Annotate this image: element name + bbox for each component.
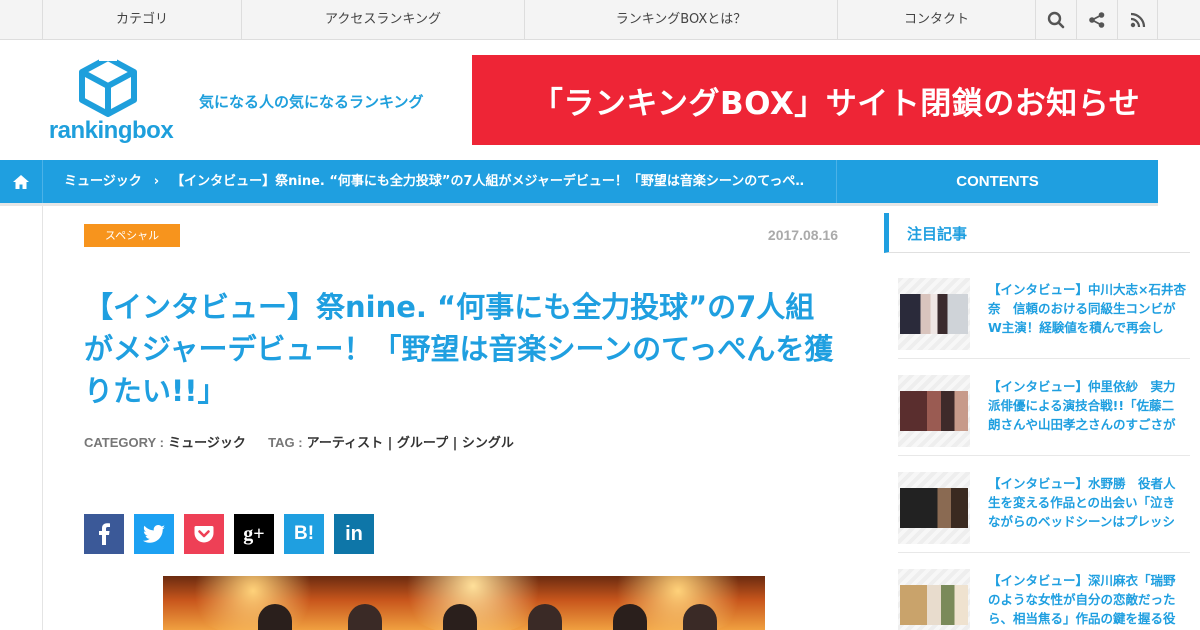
article-hero-image	[163, 576, 765, 630]
sidebar-article-item[interactable]: 【インタビュー】水野勝 役者人生を変える作品との出会い「泣きながらのベッドシーン…	[898, 456, 1190, 553]
home-icon	[13, 174, 29, 189]
contents-tab[interactable]: CONTENTS	[836, 160, 1158, 203]
twitter-icon	[143, 525, 165, 543]
breadcrumb-category[interactable]: ミュージック	[64, 174, 142, 189]
home-button[interactable]	[0, 160, 43, 203]
sidebar-article-item[interactable]: 【インタビュー】仲里依紗 実力派俳優による演技合戦!!「佐藤二朗さんや山田孝之さ…	[898, 359, 1190, 456]
share-icon	[1089, 12, 1105, 28]
tag-label: TAG :	[268, 435, 303, 450]
category-label: CATEGORY :	[84, 435, 164, 450]
rss-button[interactable]	[1117, 0, 1158, 40]
tag-links[interactable]: アーティスト | グループ | シングル	[307, 436, 514, 451]
category-link[interactable]: ミュージック	[168, 436, 246, 451]
content-divider-left	[42, 206, 43, 630]
closure-notice-banner[interactable]: 「ランキングBOX」サイト閉鎖のお知らせ	[472, 55, 1200, 145]
nav-category[interactable]: カテゴリ	[42, 0, 241, 40]
sidebar-heading-text: 注目記事	[907, 225, 968, 243]
hatena-icon: B!	[293, 523, 315, 544]
breadcrumb: ミュージック › 【インタビュー】祭nine. “何事にも全力投球”の7人組がメジャ…	[0, 160, 1158, 203]
site-tagline: 気になる人の気になるランキング	[199, 93, 424, 111]
sidebar-article-title[interactable]: 【インタビュー】仲里依紗 実力派俳優による演技合戦!!「佐藤二朗さんや山田孝之さ…	[988, 377, 1186, 434]
site-logo[interactable]: rankingbox	[44, 55, 178, 147]
search-icon	[1047, 11, 1065, 29]
googleplus-share-button[interactable]: g+	[234, 514, 274, 554]
breadcrumb-trail: ミュージック › 【インタビュー】祭nine. “何事にも全力投球”の7人組がメジャ…	[64, 160, 804, 203]
hatena-share-button[interactable]: B!	[284, 514, 324, 554]
sidebar-article-item[interactable]: 【インタビュー】深川麻衣「瑞野のような女性が自分の恋敵だったら、相当焦る」作品の…	[898, 553, 1190, 630]
category-badge[interactable]: スペシャル	[84, 224, 180, 247]
cube-logo-icon	[79, 55, 137, 117]
article-thumbnail[interactable]	[898, 278, 970, 350]
pocket-share-button[interactable]	[184, 514, 224, 554]
search-button[interactable]	[1035, 0, 1076, 40]
breadcrumb-current: 【インタビュー】祭nine. “何事にも全力投球”の7人組がメジャーデビュー！「…	[171, 174, 804, 189]
article-thumbnail[interactable]	[898, 569, 970, 630]
rss-icon	[1130, 12, 1145, 28]
pocket-icon	[194, 526, 214, 543]
twitter-share-button[interactable]	[134, 514, 174, 554]
breadcrumb-separator: ›	[153, 174, 160, 189]
linkedin-icon: in	[345, 522, 363, 545]
article-thumbnail[interactable]	[898, 472, 970, 544]
article-title: 【インタビュー】祭nine. “何事にも全力投球”の7人組がメジャーデビュー！「…	[84, 290, 834, 408]
facebook-share-button[interactable]	[84, 514, 124, 554]
sidebar-article-title[interactable]: 【インタビュー】深川麻衣「瑞野のような女性が自分の恋敵だったら、相当焦る」作品の…	[988, 571, 1186, 628]
breadcrumb-shadow	[0, 203, 1158, 206]
sidebar-article-title[interactable]: 【インタビュー】中川大志×石井杏奈 信頼のおける同級生コンビがW主演！経験値を積…	[988, 280, 1186, 337]
article-date: 2017.08.16	[767, 227, 838, 243]
googleplus-icon: g+	[243, 522, 265, 545]
sidebar-article-title[interactable]: 【インタビュー】水野勝 役者人生を変える作品との出会い「泣きながらのベッドシーン…	[988, 474, 1186, 531]
logo-text: rankingbox	[48, 117, 174, 144]
sidebar-heading: 注目記事	[884, 213, 1190, 253]
facebook-icon	[99, 523, 110, 545]
article-meta: CATEGORY : ミュージック TAG : アーティスト | グループ | …	[84, 432, 514, 451]
site-header: rankingbox 気になる人の気になるランキング 「ランキングBOX」サイト…	[0, 41, 1200, 160]
sidebar-article-item[interactable]: 【インタビュー】中川大志×石井杏奈 信頼のおける同級生コンビがW主演！経験値を積…	[898, 262, 1190, 359]
nav-access-ranking[interactable]: アクセスランキング	[241, 0, 524, 40]
share-button[interactable]	[1076, 0, 1117, 40]
nav-contact[interactable]: コンタクト	[837, 0, 1035, 40]
linkedin-share-button[interactable]: in	[334, 514, 374, 554]
article-thumbnail[interactable]	[898, 375, 970, 447]
nav-about-rankingbox[interactable]: ランキングBOXとは？	[524, 0, 837, 40]
top-navigation: カテゴリ アクセスランキング ランキングBOXとは？ コンタクト	[0, 0, 1200, 40]
